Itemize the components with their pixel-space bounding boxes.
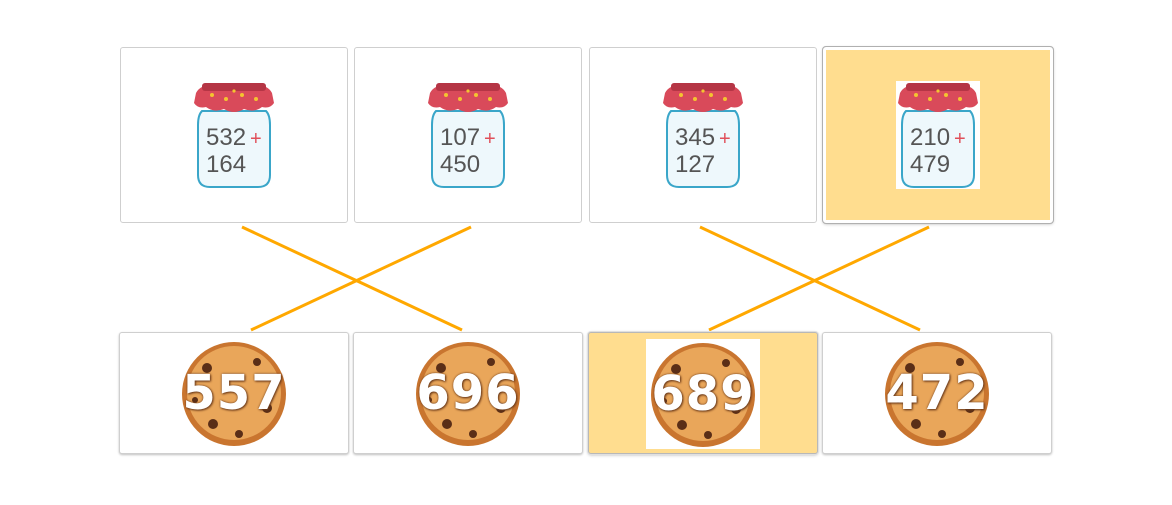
cookie-number: 689	[651, 366, 755, 422]
jar-icon: 345 + 127	[661, 81, 745, 189]
jar-expression: 107 + 450	[440, 125, 496, 177]
jar-expression: 210 + 479	[910, 125, 966, 177]
jar-addend-b: 164	[206, 151, 247, 178]
jar-addend-b: 479	[910, 151, 951, 178]
plus-sign: +	[250, 128, 262, 150]
jar-addend-a: 532	[206, 124, 247, 151]
cookie-number: 557	[182, 365, 286, 421]
cookie-icon: 689	[646, 339, 760, 449]
jar-addend-a: 210	[910, 124, 951, 151]
jar-addend-b: 127	[675, 151, 716, 178]
cookie-number: 696	[416, 365, 520, 421]
plus-sign: +	[954, 128, 966, 150]
jar-expression: 345 + 127	[675, 125, 731, 177]
plus-sign: +	[484, 128, 496, 150]
jar-card-3[interactable]: 345 + 127	[589, 47, 817, 223]
jar-icon: 210 + 479	[896, 81, 980, 189]
jar-card-1[interactable]: 532 + 164	[120, 47, 348, 223]
cookie-icon: 557	[177, 338, 291, 448]
jar-card-2[interactable]: 107 + 450	[354, 47, 582, 223]
match-line	[699, 225, 921, 332]
match-line	[708, 225, 930, 332]
cookie-card-2[interactable]: 696	[353, 332, 583, 454]
match-line	[250, 225, 472, 332]
jar-addend-b: 450	[440, 151, 481, 178]
match-line	[241, 225, 463, 332]
plus-sign: +	[719, 128, 731, 150]
cookie-number: 472	[885, 365, 989, 421]
jar-card-4[interactable]: 210 + 479	[822, 46, 1054, 224]
cookie-icon: 472	[880, 338, 994, 448]
jar-addend-a: 345	[675, 124, 716, 151]
jar-icon: 107 + 450	[426, 81, 510, 189]
cookie-card-3[interactable]: 689	[588, 332, 818, 454]
cookie-icon: 696	[411, 338, 525, 448]
cookie-card-4[interactable]: 472	[822, 332, 1052, 454]
jar-expression: 532 + 164	[206, 125, 262, 177]
cookie-card-1[interactable]: 557	[119, 332, 349, 454]
jar-addend-a: 107	[440, 124, 481, 151]
jar-icon: 532 + 164	[192, 81, 276, 189]
